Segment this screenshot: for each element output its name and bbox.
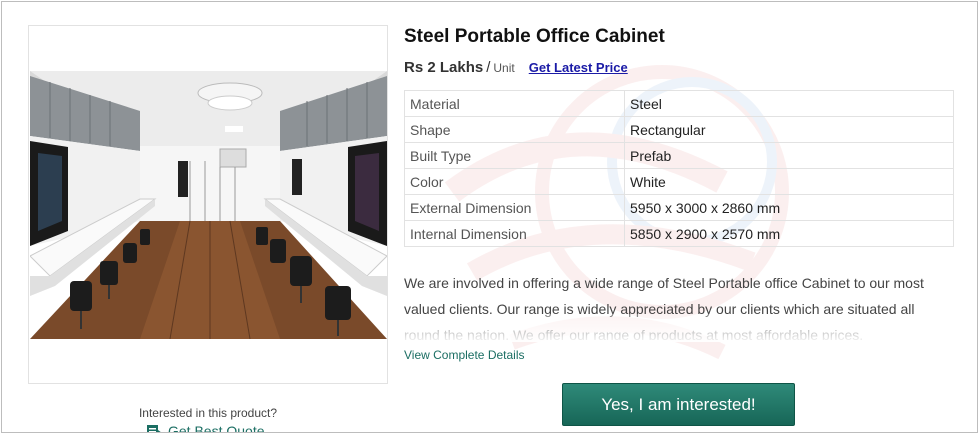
get-best-quote-link[interactable]: Get Best Quote — [146, 423, 265, 433]
table-row: External Dimension 5950 x 3000 x 2860 mm — [404, 194, 954, 221]
get-latest-price-link[interactable]: Get Latest Price — [529, 60, 628, 75]
spec-key: Internal Dimension — [404, 220, 625, 247]
product-description: We are involved in offering a wide range… — [404, 275, 924, 340]
price-row: Rs 2 Lakhs / Unit Get Latest Price — [404, 59, 628, 76]
view-complete-details-link[interactable]: View Complete Details — [404, 348, 525, 362]
spec-key: Built Type — [404, 142, 625, 169]
spec-key: Shape — [404, 116, 625, 143]
table-row: Internal Dimension 5850 x 2900 x 2570 mm — [404, 220, 954, 247]
spec-value: Prefab — [624, 142, 954, 169]
spec-value: 5950 x 3000 x 2860 mm — [624, 194, 954, 221]
spec-value: White — [624, 168, 954, 195]
spec-table: Material Steel Shape Rectangular Built T… — [404, 90, 954, 247]
spec-key: Material — [404, 90, 625, 117]
spec-value: 5850 x 2900 x 2570 mm — [624, 220, 954, 247]
interested-button[interactable]: Yes, I am interested! — [562, 383, 795, 426]
price-separator: / — [486, 59, 491, 76]
spec-key: External Dimension — [404, 194, 625, 221]
price-value: Rs 2 Lakhs — [404, 59, 484, 76]
price-unit: Unit — [493, 61, 515, 75]
spec-key: Color — [404, 168, 625, 195]
best-quote-label: Get Best Quote — [168, 423, 265, 433]
product-card: Interested in this product? Get Best Quo… — [1, 1, 978, 433]
spec-value: Rectangular — [624, 116, 954, 143]
document-icon — [147, 425, 161, 432]
spec-value: Steel — [624, 90, 954, 117]
table-row: Built Type Prefab — [404, 142, 954, 169]
table-row: Shape Rectangular — [404, 116, 954, 143]
table-row: Material Steel — [404, 90, 954, 117]
product-photo[interactable] — [30, 71, 387, 339]
interest-prompt: Interested in this product? — [138, 406, 278, 420]
product-title: Steel Portable Office Cabinet — [404, 26, 665, 47]
product-image-frame[interactable] — [28, 25, 388, 384]
table-row: Color White — [404, 168, 954, 195]
